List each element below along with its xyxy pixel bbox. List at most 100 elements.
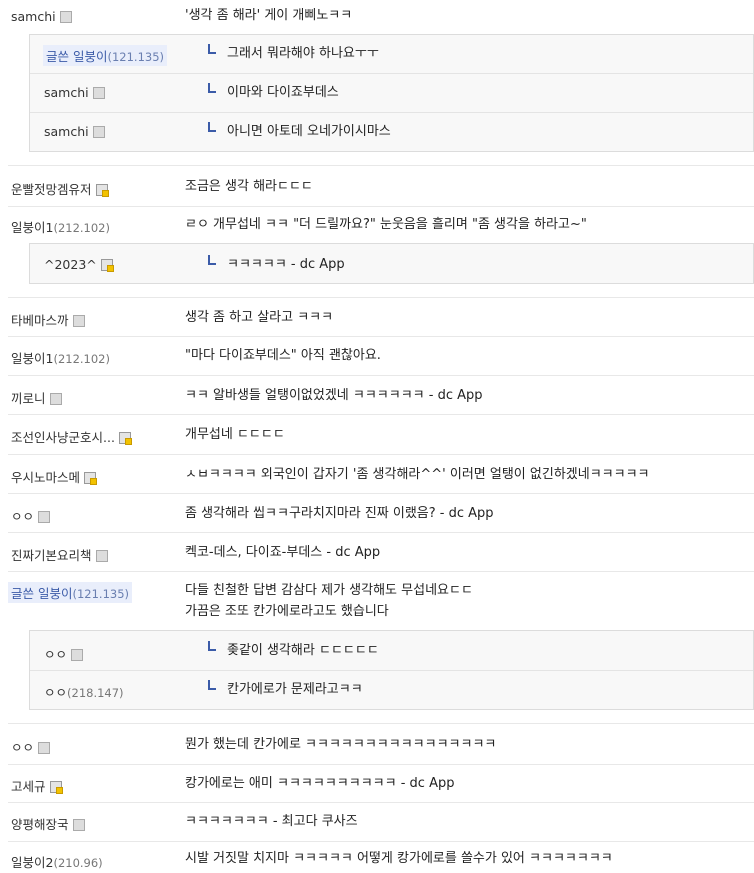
comment-text: "마다 다이죠부데스" 아직 괜찮아요.: [185, 348, 381, 363]
author-name: samchi: [44, 124, 89, 139]
fixed-member-icon: [95, 183, 109, 197]
comment-text: 좀 생각해라 씹ㅋㅋ구라치지마라 진짜 이랬음? - dc App: [185, 506, 494, 521]
author-ip: (121.135): [107, 50, 165, 64]
comment-text: 켁코-데스, 다이죠-부데스 - dc App: [185, 545, 381, 560]
reply-row: samchi 이마와 다이죠부데스: [30, 74, 753, 113]
comment-text: ㅋㅋ 알바생들 얼탱이없었겠네 ㅋㅋㅋㅋㅋㅋ - dc App: [185, 388, 483, 403]
reply-row: ㅇㅇ 좆같이 생각해라 ㄷㄷㄷㄷㄷ: [30, 631, 753, 671]
fixed-member-icon: [118, 431, 132, 445]
author-name: samchi: [44, 85, 89, 100]
reply-author[interactable]: samchi: [44, 124, 105, 139]
member-icon: [71, 648, 84, 661]
comment-text: 생각 좀 하고 살라고 ㅋㅋㅋ: [185, 310, 334, 325]
comment-row: 진짜기본요리책 켁코-데스, 다이죠-부데스 - dc App: [8, 533, 754, 572]
author-ip: (210.96): [53, 856, 103, 870]
author-name: 일붕이1: [11, 220, 54, 235]
reply-list: ^2023^ ㅋㅋㅋㅋㅋ - dc App: [29, 243, 754, 284]
reply-arrow-icon: [208, 255, 216, 265]
comment-author[interactable]: 운빨젓망겜유저: [11, 179, 109, 198]
author-ip: (212.102): [53, 352, 110, 366]
author-ip: (212.102): [53, 221, 110, 235]
comment-author[interactable]: 우시노마스메: [11, 467, 98, 486]
member-icon: [95, 549, 108, 562]
comment-text: 개무섭네 ㄷㄷㄷㄷ: [185, 427, 285, 442]
comment-text-line2: 가끔은 조또 칸가에로라고도 했습니다: [185, 604, 389, 619]
comment-author[interactable]: 고세규: [11, 776, 63, 795]
author-name: ^2023^: [44, 257, 97, 272]
comment-row: 고세규 캉가에로는 애미 ㅋㅋㅋㅋㅋㅋㅋㅋㅋㅋ - dc App: [8, 764, 754, 803]
author-name: 조선인사냥군호시...: [11, 430, 115, 445]
reply-text: 좆같이 생각해라 ㄷㄷㄷㄷㄷ: [227, 643, 379, 658]
author-name: 고세규: [11, 779, 46, 794]
reply-arrow-icon: [208, 641, 216, 651]
comment-row: 양평해장국 ㅋㅋㅋㅋㅋㅋㅋ - 최고다 쿠사즈: [8, 803, 754, 842]
comment-text: 뭔가 했는데 칸가에로 ㅋㅋㅋㅋㅋㅋㅋㅋㅋㅋㅋㅋㅋㅋㅋㅋ: [185, 737, 497, 752]
comment-row: 조선인사냥군호시... 개무섭네 ㄷㄷㄷㄷ: [8, 415, 754, 455]
author-name: 끼로니: [11, 391, 46, 406]
comment-row: 우시노마스메 ㅅㅂㅋㅋㅋㅋ 외국인이 갑자기 '좀 생각해라^^' 이러면 얼탱…: [8, 455, 754, 494]
reply-author[interactable]: ^2023^: [44, 257, 114, 272]
author-name: 양평해장국: [11, 817, 69, 832]
comment-row: 일붕이2(210.96) 시발 거짓말 치지마 ㅋㅋㅋㅋㅋ 어떻게 캉가에로를 …: [8, 842, 754, 873]
author-name: ㅇㅇ: [44, 685, 68, 700]
reply-author[interactable]: ㅇㅇ(218.147): [44, 682, 124, 701]
author-name: 글쓴 일붕이: [11, 586, 73, 601]
comment-text: 다들 친철한 답변 감삼다 제가 생각해도 무섭네요ㄷㄷ: [185, 583, 473, 598]
comment-author[interactable]: 양평해장국: [11, 814, 85, 833]
author-name: 일붕이2: [11, 855, 54, 870]
comment-author[interactable]: 일붕이2(210.96): [11, 852, 103, 871]
reply-text: 칸가에로가 문제라고ㅋㅋ: [227, 682, 363, 697]
comment-text: '생각 좀 해라' 게이 개삐노ㅋㅋ: [185, 8, 353, 23]
member-icon: [38, 510, 51, 523]
comment-author[interactable]: 조선인사냥군호시...: [11, 427, 132, 446]
member-icon: [92, 125, 105, 138]
reply-row: samchi 아니면 아토데 오네가이시마스: [30, 113, 753, 151]
reply-list: 글쓴 일붕이(121.135) 그래서 뭐라해야 하나요ㅜㅜ samchi 이마…: [29, 34, 754, 152]
reply-author[interactable]: 글쓴 일붕이(121.135): [43, 45, 168, 66]
comment-author[interactable]: ㅇㅇ: [11, 737, 51, 756]
comment-row: 일붕이1(212.102) ㄹㅇ 개무섭네 ㅋㅋ "더 드릴까요?" 눈웃음을 …: [8, 206, 754, 242]
comment-text: ㄹㅇ 개무섭네 ㅋㅋ "더 드릴까요?" 눈웃음을 흘리며 "좀 생각을 하라고…: [185, 217, 587, 232]
reply-arrow-icon: [208, 44, 216, 54]
comment-row: 일붕이1(212.102) "마다 다이죠부데스" 아직 괜찮아요.: [8, 336, 754, 376]
author-name: samchi: [11, 9, 56, 24]
author-ip: (218.147): [67, 686, 124, 700]
reply-text: 아니면 아토데 오네가이시마스: [227, 124, 391, 139]
comment-text: 시발 거짓말 치지마 ㅋㅋㅋㅋㅋ 어떻게 캉가에로를 쓸수가 있어 ㅋㅋㅋㅋㅋㅋ…: [185, 851, 613, 866]
author-name: ㅇㅇ: [11, 740, 35, 755]
comment-author[interactable]: 일붕이1(212.102): [11, 348, 110, 367]
comment-author[interactable]: 진짜기본요리책: [11, 545, 108, 564]
fixed-member-icon: [49, 780, 63, 794]
comment-row: ㅇㅇ 뭔가 했는데 칸가에로 ㅋㅋㅋㅋㅋㅋㅋㅋㅋㅋㅋㅋㅋㅋㅋㅋ: [8, 723, 754, 765]
comment-author[interactable]: samchi: [11, 9, 72, 24]
author-name: 진짜기본요리책: [11, 548, 92, 563]
comment-author[interactable]: 글쓴 일붕이(121.135): [8, 582, 133, 603]
comment-list: samchi '생각 좀 해라' 게이 개삐노ㅋㅋ 글쓴 일붕이(121.135…: [0, 0, 754, 873]
comment-row: samchi '생각 좀 해라' 게이 개삐노ㅋㅋ: [8, 0, 754, 34]
reply-author[interactable]: samchi: [44, 85, 105, 100]
reply-text: 그래서 뭐라해야 하나요ㅜㅜ: [227, 46, 379, 61]
comment-author[interactable]: 끼로니: [11, 388, 62, 407]
member-icon: [59, 10, 72, 23]
member-icon: [72, 314, 85, 327]
comment-author[interactable]: 일붕이1(212.102): [11, 217, 110, 236]
author-name: ㅇㅇ: [11, 509, 35, 524]
reply-arrow-icon: [208, 83, 216, 93]
author-name: 글쓴 일붕이: [46, 49, 108, 64]
comment-text: 캉가에로는 애미 ㅋㅋㅋㅋㅋㅋㅋㅋㅋㅋ - dc App: [185, 776, 455, 791]
comment-author[interactable]: 타베마스까: [11, 310, 85, 329]
author-ip: (121.135): [72, 587, 130, 601]
member-icon: [72, 818, 85, 831]
member-icon: [92, 86, 105, 99]
author-name: 타베마스까: [11, 313, 69, 328]
comment-row: 운빨젓망겜유저 조금은 생각 해라ㄷㄷㄷ: [8, 165, 754, 207]
fixed-member-icon: [100, 258, 114, 272]
author-name: 운빨젓망겜유저: [11, 182, 92, 197]
reply-text: ㅋㅋㅋㅋㅋ - dc App: [227, 257, 345, 272]
reply-author[interactable]: ㅇㅇ: [44, 644, 84, 663]
member-icon: [49, 392, 62, 405]
reply-row: 글쓴 일붕이(121.135) 그래서 뭐라해야 하나요ㅜㅜ: [30, 35, 753, 74]
comment-text: ㅋㅋㅋㅋㅋㅋㅋ - 최고다 쿠사즈: [185, 814, 358, 829]
comment-author[interactable]: ㅇㅇ: [11, 506, 51, 525]
author-name: 일붕이1: [11, 351, 54, 366]
